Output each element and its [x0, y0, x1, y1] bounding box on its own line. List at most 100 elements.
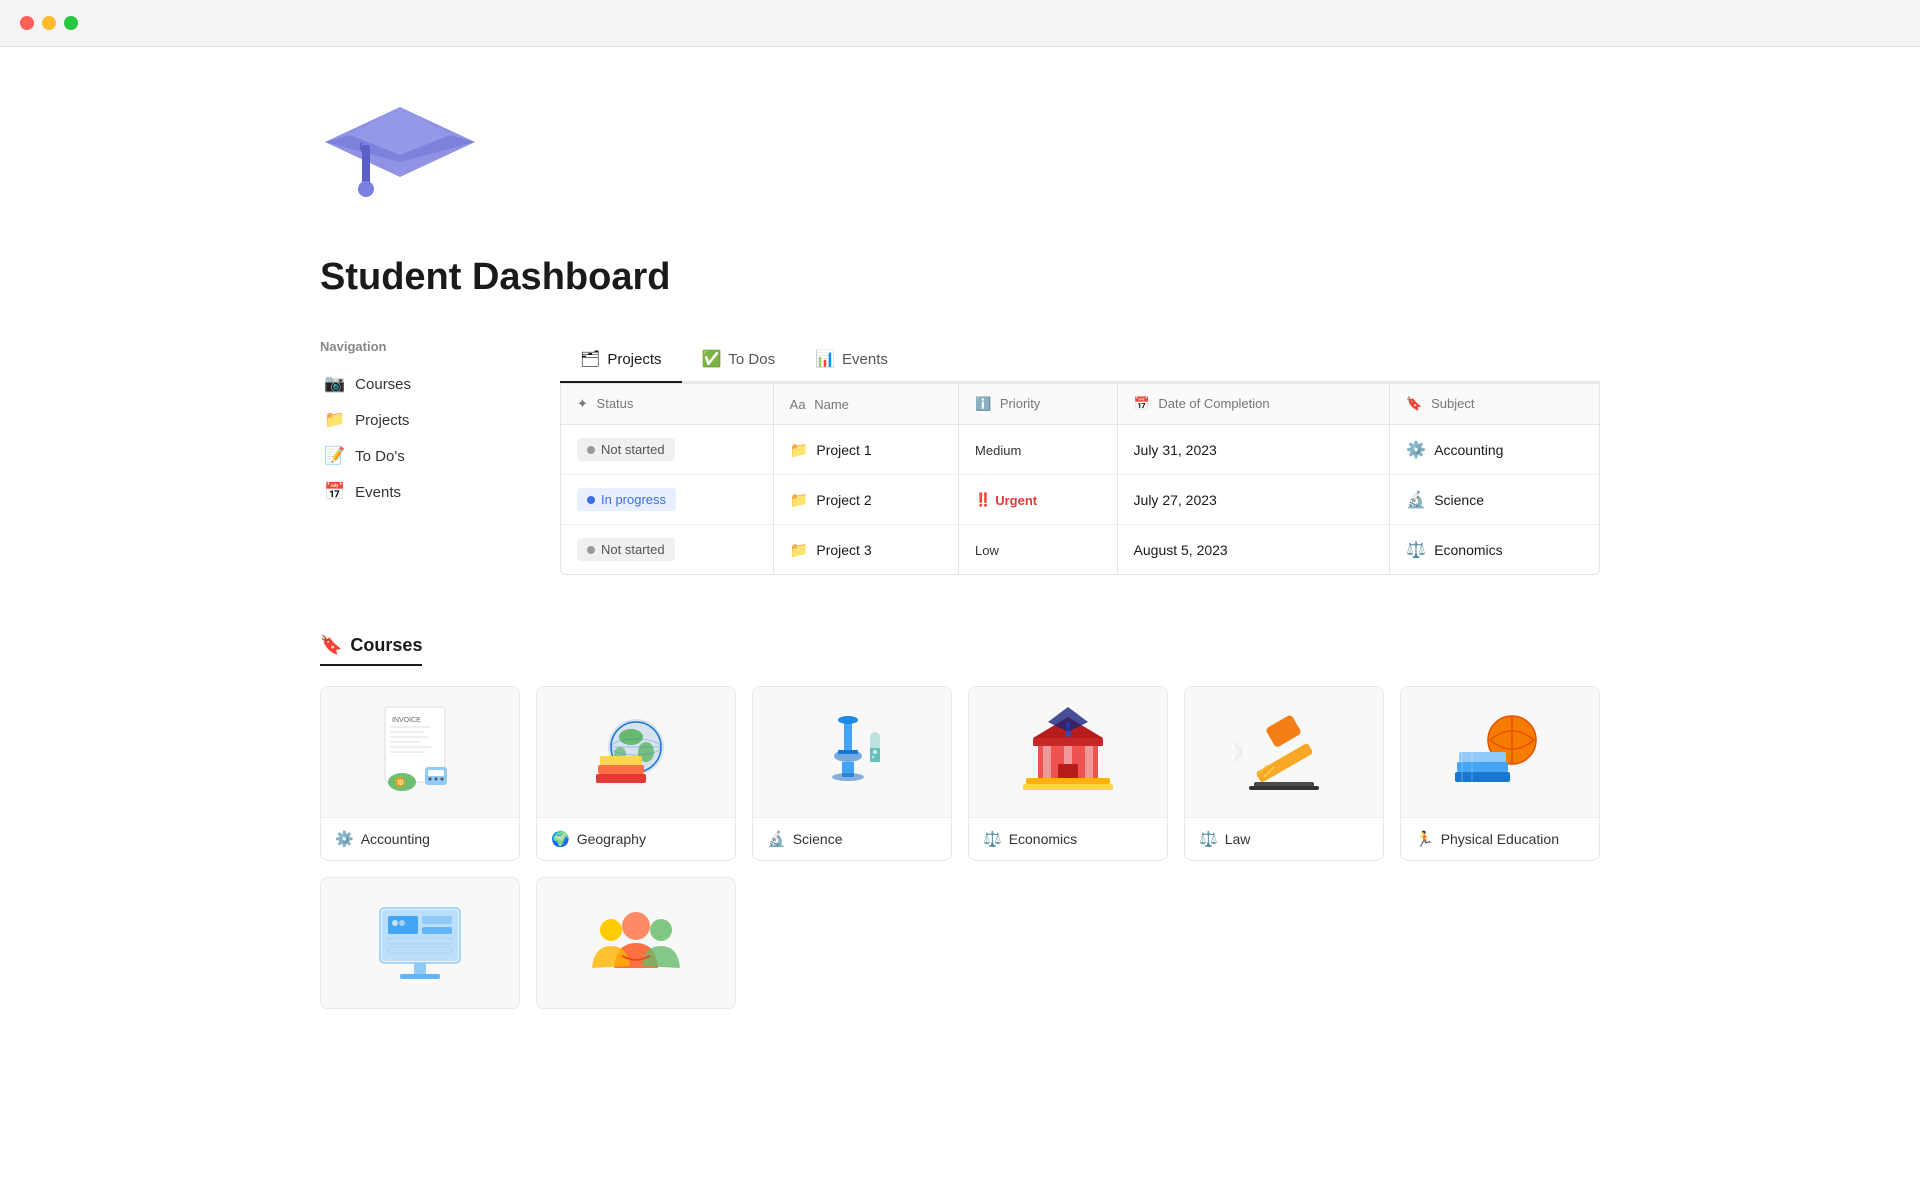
accounting-label: ⚙️ Accounting — [321, 817, 519, 860]
svg-text:⚙: ⚙ — [397, 778, 404, 787]
sidebar-item-todos[interactable]: 📝 To Do's — [320, 440, 480, 472]
geography-label-icon: 🌍 — [551, 830, 570, 848]
it-img — [321, 878, 519, 1008]
folder-icon: 📁 — [790, 491, 809, 509]
content-area: 🗂 Projects ✅ To Dos 📊 Events — [560, 339, 1600, 575]
course-card-accounting[interactable]: INVOICE $ — [320, 686, 520, 861]
status-col-icon: ✦ — [577, 396, 588, 411]
date-cell: August 5, 2023 — [1117, 525, 1390, 575]
urgent-icon: ‼️ — [975, 492, 991, 508]
nav-table-section: Navigation 📷 Courses 📁 Projects 📝 To Do'… — [320, 339, 1600, 575]
projects-table: ✦ Status Aa Name ℹ️ Priority — [560, 383, 1600, 575]
events-icon: 📅 — [324, 482, 345, 502]
col-status: ✦ Status — [561, 384, 773, 425]
name-cell: 📁 Project 2 — [773, 475, 958, 525]
hero-section: Student Dashboard — [320, 87, 1600, 299]
tab-bar: 🗂 Projects ✅ To Dos 📊 Events — [560, 339, 1600, 383]
status-cell: Not started — [561, 525, 773, 575]
priority-cell: Low — [959, 525, 1117, 575]
geography-img — [537, 687, 735, 817]
course-card-it[interactable] — [320, 877, 520, 1009]
sidebar-item-courses[interactable]: 📷 Courses — [320, 368, 480, 400]
courses-header-icon: 🔖 — [320, 635, 342, 656]
economics-label-icon: ⚖️ — [983, 830, 1002, 848]
events-tab-icon: 📊 — [815, 349, 835, 369]
sidebar-nav: Navigation 📷 Courses 📁 Projects 📝 To Do'… — [320, 339, 480, 575]
social-img — [537, 878, 735, 1008]
close-button[interactable] — [20, 16, 34, 30]
svg-text:INVOICE: INVOICE — [392, 717, 421, 724]
col-date: 📅 Date of Completion — [1117, 384, 1390, 425]
accounting-label-icon: ⚙️ — [335, 830, 354, 848]
course-card-science[interactable]: 🔬 Science — [752, 686, 952, 861]
subject-cell: 🔬 Science — [1390, 475, 1599, 525]
course-card-social[interactable] — [536, 877, 736, 1009]
sidebar-item-projects[interactable]: 📁 Projects — [320, 404, 480, 436]
economics-label: ⚖️ Economics — [969, 817, 1167, 860]
maximize-button[interactable] — [64, 16, 78, 30]
courses-grid-row2 — [320, 877, 1600, 1009]
subject-col-icon: 🔖 — [1406, 396, 1422, 411]
science-icon: 🔬 — [1406, 490, 1426, 510]
law-img — [1185, 687, 1383, 817]
subject-cell: ⚖️ Economics — [1390, 525, 1599, 575]
pe-img — [1401, 687, 1599, 817]
todos-tab-icon: ✅ — [702, 349, 722, 369]
status-dot — [587, 546, 595, 554]
col-name: Aa Name — [773, 384, 958, 425]
table-row[interactable]: Not started 📁 Project 3 Low — [561, 525, 1599, 575]
accounting-img: INVOICE $ — [321, 687, 519, 817]
priority-cell: ‼️ Urgent — [959, 475, 1117, 525]
name-cell: 📁 Project 1 — [773, 425, 958, 475]
priority-col-icon: ℹ️ — [975, 396, 991, 411]
main-content: Student Dashboard Navigation 📷 Courses 📁… — [260, 47, 1660, 1049]
courses-section: 🔖 Courses INVOICE — [320, 635, 1600, 1009]
projects-icon: 📁 — [324, 410, 345, 430]
science-label-icon: 🔬 — [767, 830, 786, 848]
law-label: ⚖️ Law — [1185, 817, 1383, 860]
accounting-icon: ⚙️ — [1406, 440, 1426, 460]
courses-icon: 📷 — [324, 374, 345, 394]
courses-header: 🔖 Courses — [320, 635, 422, 666]
subject-cell: ⚙️ Accounting — [1390, 425, 1599, 475]
status-dot — [587, 446, 595, 454]
col-subject: 🔖 Subject — [1390, 384, 1599, 425]
course-card-pe[interactable]: 🏃 Physical Education — [1400, 686, 1600, 861]
date-col-icon: 📅 — [1134, 396, 1150, 411]
priority-cell: Medium — [959, 425, 1117, 475]
col-priority: ℹ️ Priority — [959, 384, 1117, 425]
folder-icon: 📁 — [790, 441, 809, 459]
law-label-icon: ⚖️ — [1199, 830, 1218, 848]
folder-icon: 📁 — [790, 541, 809, 559]
economics-icon: ⚖️ — [1406, 540, 1426, 560]
nav-label: Navigation — [320, 339, 480, 354]
table-row[interactable]: In progress 📁 Project 2 — [561, 475, 1599, 525]
grad-cap-icon — [320, 87, 480, 227]
status-cell: Not started — [561, 425, 773, 475]
tab-todos[interactable]: ✅ To Dos — [682, 339, 796, 383]
titlebar — [0, 0, 1920, 47]
projects-tab-icon: 🗂 — [580, 349, 600, 369]
science-label: 🔬 Science — [753, 817, 951, 860]
tab-projects[interactable]: 🗂 Projects — [560, 339, 682, 383]
minimize-button[interactable] — [42, 16, 56, 30]
todos-icon: 📝 — [324, 446, 345, 466]
course-card-economics[interactable]: ⚖️ Economics — [968, 686, 1168, 861]
page-title: Student Dashboard — [320, 256, 1600, 299]
tab-events[interactable]: 📊 Events — [795, 339, 908, 383]
economics-img — [969, 687, 1167, 817]
name-cell: 📁 Project 3 — [773, 525, 958, 575]
pe-label-icon: 🏃 — [1415, 830, 1434, 848]
status-dot — [587, 496, 595, 504]
pe-label: 🏃 Physical Education — [1401, 817, 1599, 860]
status-cell: In progress — [561, 475, 773, 525]
date-cell: July 31, 2023 — [1117, 425, 1390, 475]
courses-grid: INVOICE $ — [320, 686, 1600, 861]
course-card-law[interactable]: ⚖️ Law — [1184, 686, 1384, 861]
table-row[interactable]: Not started 📁 Project 1 Medium — [561, 425, 1599, 475]
course-card-geography[interactable]: 🌍 Geography — [536, 686, 736, 861]
date-cell: July 27, 2023 — [1117, 475, 1390, 525]
geography-label: 🌍 Geography — [537, 817, 735, 860]
sidebar-item-events[interactable]: 📅 Events — [320, 476, 480, 508]
name-col-icon: Aa — [790, 397, 806, 412]
